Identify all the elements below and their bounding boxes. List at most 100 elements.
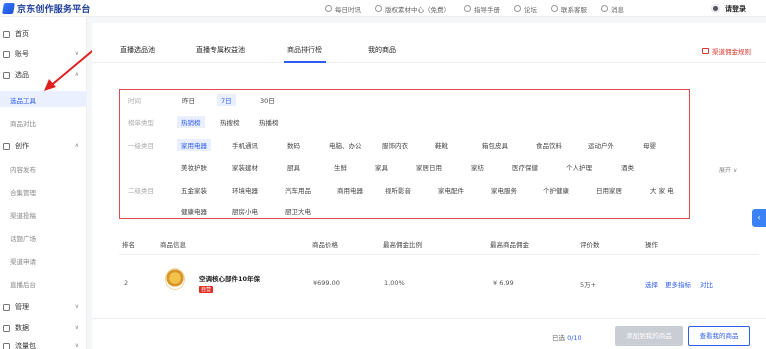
cat2-option[interactable]: 厨房小电	[232, 206, 258, 216]
data-icon	[3, 324, 10, 332]
cat1-option[interactable]: 酒类	[621, 162, 634, 172]
list-option-hot-search[interactable]: 热搜榜	[220, 117, 240, 127]
time-label: 时间	[128, 97, 141, 105]
product-title[interactable]: 空调核心部件10年保	[199, 273, 260, 283]
cell-rate: 1.00%	[384, 279, 405, 287]
sidebar-sub-compare[interactable]: 商品对比	[10, 118, 36, 128]
time-option-7d[interactable]: 7日	[217, 94, 236, 106]
cat1-option[interactable]: 厨具	[287, 162, 300, 172]
cat1-option[interactable]: 数码	[287, 140, 300, 150]
list-option-hot-live[interactable]: 热播榜	[259, 117, 279, 127]
expand-label: 展开	[719, 167, 732, 174]
sidebar-sub-select-tool[interactable]: 选品工具	[10, 95, 36, 105]
cat1-option[interactable]: 家居日用	[416, 162, 442, 172]
nav-guide[interactable]: 指导手册	[464, 4, 500, 14]
col-reviews: 评价数	[580, 241, 600, 249]
cat2-option[interactable]: 视听影音	[385, 185, 411, 195]
cat1-option[interactable]: 家具	[375, 162, 388, 172]
login-label: 请登录	[725, 4, 746, 13]
cat1-option[interactable]: 家用电器	[177, 139, 211, 151]
col-product: 商品信息	[160, 241, 186, 249]
cat2-option[interactable]: 日用家居	[596, 185, 622, 195]
compare-link[interactable]: 对比	[700, 279, 713, 289]
tab-live-pool[interactable]: 直播选品池	[120, 45, 155, 55]
avatar-icon	[711, 4, 720, 13]
cat2-option[interactable]: 商用电器	[337, 185, 363, 195]
cat1-option[interactable]: 医疗保健	[512, 162, 538, 172]
cat1-option[interactable]: 生鲜	[334, 162, 347, 172]
sidebar-sub-publish[interactable]: 内容发布	[10, 164, 36, 174]
manage-icon	[3, 303, 10, 311]
cat2-option[interactable]: 家电配件	[438, 185, 464, 195]
sidebar-item-data[interactable]: 数据 ∨	[0, 321, 87, 335]
traffic-icon	[3, 342, 10, 349]
top-header: 京东创作服务平台 每日时讯 版权素材中心（免费） 指导手册 论坛 联系客服 消息…	[0, 0, 766, 17]
nav-forum[interactable]: 论坛	[514, 4, 537, 14]
cat1-option[interactable]: 电脑、办公	[329, 140, 362, 150]
jd-logo-icon	[2, 2, 15, 14]
selected-number: 0/10	[567, 334, 582, 342]
cat2-option[interactable]: 厨卫大电	[285, 206, 311, 216]
commission-rule-link[interactable]: 渠道佣金规则	[702, 46, 751, 56]
view-my-products-button[interactable]: 查看我的商品	[688, 326, 750, 346]
cat1-option[interactable]: 个人护理	[566, 162, 592, 172]
cat1-option[interactable]: 母婴	[643, 140, 656, 150]
login-link[interactable]: 请登录	[711, 0, 746, 17]
cat2-option[interactable]: 大 家 电	[650, 185, 674, 195]
time-option-yesterday[interactable]: 昨日	[182, 95, 195, 105]
cat2-option[interactable]: 汽车用品	[285, 185, 311, 195]
cat1-option[interactable]: 手机通讯	[232, 140, 258, 150]
active-tab-underline	[284, 61, 326, 63]
list-type-label: 榜单类型	[128, 119, 154, 127]
sidebar-item-label: 流量包	[15, 342, 36, 349]
nav-label: 联系客服	[561, 5, 587, 14]
sidebar-item-create[interactable]: 创作 ∧	[0, 139, 87, 153]
cell-reviews: 5万+	[580, 281, 597, 289]
create-icon	[3, 142, 10, 150]
product-thumbnail[interactable]	[165, 268, 185, 290]
sidebar-sub-collection[interactable]: 合集管理	[10, 187, 36, 197]
sidebar-sub-topics[interactable]: 话题广场	[10, 233, 36, 243]
cat2-option[interactable]: 健康电器	[181, 206, 207, 216]
cat1-option[interactable]: 运动户外	[588, 140, 614, 150]
cat2-option[interactable]: 家电服务	[491, 185, 517, 195]
list-option-hot-sales[interactable]: 热销榜	[177, 116, 205, 128]
logo[interactable]: 京东创作服务平台	[0, 0, 91, 17]
tab-my-products[interactable]: 我的商品	[368, 45, 396, 55]
nav-messages[interactable]: 消息	[601, 4, 624, 14]
cat2-option[interactable]: 环境电器	[232, 185, 258, 195]
cat1-option[interactable]: 美妆护肤	[181, 162, 207, 172]
cat1-option[interactable]: 服饰内衣	[382, 140, 408, 150]
nav-news[interactable]: 每日时讯	[325, 4, 361, 14]
sidebar-sub-submit[interactable]: 渠道投稿	[10, 210, 36, 220]
sidebar-sub-apply[interactable]: 渠道申请	[10, 256, 36, 266]
nav-service[interactable]: 联系客服	[551, 4, 587, 14]
cat2-option[interactable]: 个护健康	[543, 185, 569, 195]
sidebar-sub-live[interactable]: 直播后台	[10, 279, 36, 289]
side-collapse-tab[interactable]: ‹	[752, 209, 766, 227]
more-metrics-link[interactable]: 更多指标	[665, 279, 691, 289]
add-to-my-products-button[interactable]: 添加到我的商品	[615, 326, 683, 346]
sidebar-item-home[interactable]: 首页	[0, 27, 87, 41]
time-option-30d[interactable]: 30日	[260, 95, 275, 105]
cat2-option[interactable]: 五金家装	[181, 185, 207, 195]
sidebar-item-label: 选品	[15, 71, 29, 79]
cat1-option[interactable]: 箱包皮具	[482, 140, 508, 150]
sidebar-item-manage[interactable]: 管理 ∨	[0, 300, 87, 314]
cat1-option[interactable]: 家纺	[471, 162, 484, 172]
select-link[interactable]: 选择	[645, 279, 658, 289]
tab-live-exclusive[interactable]: 直播专属权益池	[196, 45, 245, 55]
expand-toggle[interactable]: 展开 ∨	[719, 165, 737, 174]
cat2-label: 二级类目	[128, 187, 154, 195]
select-icon	[3, 71, 10, 79]
sidebar-item-traffic[interactable]: 流量包 ∨	[0, 339, 87, 349]
nav-label: 每日时讯	[335, 5, 361, 14]
cat1-option[interactable]: 家装建材	[232, 162, 258, 172]
user-icon	[3, 50, 10, 58]
tab-ranking[interactable]: 商品排行榜	[287, 45, 322, 55]
cat1-option[interactable]: 食品饮料	[536, 140, 562, 150]
cat1-option[interactable]: 鞋靴	[435, 140, 448, 150]
nav-copyright-material[interactable]: 版权素材中心（免费）	[375, 4, 450, 14]
nav-label: 消息	[611, 5, 624, 14]
sidebar-item-label: 账号	[15, 50, 29, 58]
